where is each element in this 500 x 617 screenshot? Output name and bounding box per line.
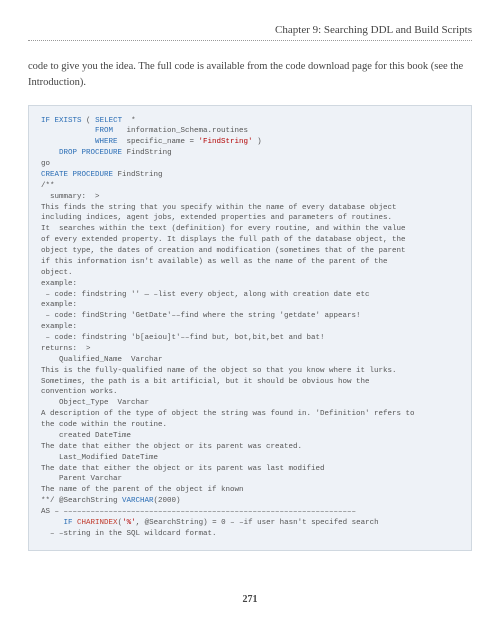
code-kw: EXISTS [55,117,82,125]
code-text: – code: findString 'GetDate'––find where… [41,312,361,320]
page-number: 271 [0,594,500,605]
code-text: created DateTime [41,432,131,440]
intro-text: code to give you the idea. The full code… [28,61,463,88]
code-kw: FROM [95,127,113,135]
code-text: (2000) [154,497,181,505]
page-number-value: 271 [243,594,258,605]
code-text: FindString [122,149,172,157]
code-text: ( [82,117,96,125]
code-text: summary: > [41,193,100,201]
chapter-header: Chapter 9: Searching DDL and Build Scrip… [28,24,472,41]
code-text: * [122,117,136,125]
code-text: /** [41,182,55,190]
code-kw: DROP [59,149,77,157]
code-text: example: [41,280,77,288]
code-text: The name of the parent of the object if … [41,486,244,494]
code-kw: WHERE [95,138,118,146]
code-text: This is the fully-qualified name of the … [41,367,397,375]
code-text: This finds the string that you specify w… [41,204,397,212]
code-str: 'FindString' [199,138,253,146]
code-kw: CREATE [41,171,68,179]
code-text: Sometimes, the path is a bit artificial,… [41,378,370,386]
intro-paragraph: code to give you the idea. The full code… [28,59,472,91]
code-text: – –string in the SQL wildcard format. [41,530,217,538]
code-text: information_Schema.routines [113,127,248,135]
code-text: ) [253,138,262,146]
code-text: example: [41,323,77,331]
code-text: , @SearchString) = 0 – –if user hasn't s… [136,519,379,527]
code-text [41,138,95,146]
code-text: – code: findstring '' — –list every obje… [41,291,370,299]
code-text: object. [41,269,73,277]
chapter-title: Chapter 9: Searching DDL and Build Scrip… [275,24,472,36]
code-text: – code: findstring 'b[aeiou]t'––find but… [41,334,325,342]
code-kw: PROCEDURE [73,171,114,179]
code-text: AS – –––––––––––––––––––––––––––––––––––… [41,508,356,516]
code-text: specific_name = [118,138,199,146]
code-text: A description of the type of object the … [41,410,415,418]
code-kw: SELECT [95,117,122,125]
code-text: returns: > [41,345,91,353]
code-kw: PROCEDURE [82,149,123,157]
code-text: of every extended property. It displays … [41,236,406,244]
code-text: including indices, agent jobs, extended … [41,214,392,222]
code-text: convention works. [41,388,118,396]
code-text: Last_Modified DateTime [41,454,158,462]
code-text: go [41,160,50,168]
code-text: The date that either the object or its p… [41,443,302,451]
code-text: Qualified_Name Varchar [41,356,163,364]
code-text [41,127,95,135]
code-text [41,149,59,157]
code-text: **/ @SearchString [41,497,122,505]
code-str: '%' [122,519,136,527]
code-text: if this information isn't available) as … [41,258,388,266]
code-text [41,519,64,527]
code-text: It searches within the text (definition)… [41,225,406,233]
code-text: Parent Varchar [41,475,122,483]
code-text: the code within the routine. [41,421,167,429]
code-kw: IF [41,117,50,125]
code-text: Object_Type Varchar [41,399,149,407]
code-text: FindString [113,171,163,179]
code-text: example: [41,301,77,309]
code-text: object type, the dates of creation and m… [41,247,406,255]
code-fn: CHARINDEX [77,519,118,527]
code-block: IF EXISTS ( SELECT * FROM information_Sc… [28,105,472,551]
code-text: The date that either the object or its p… [41,465,325,473]
code-kw: IF [64,519,73,527]
code-kw: VARCHAR [122,497,154,505]
